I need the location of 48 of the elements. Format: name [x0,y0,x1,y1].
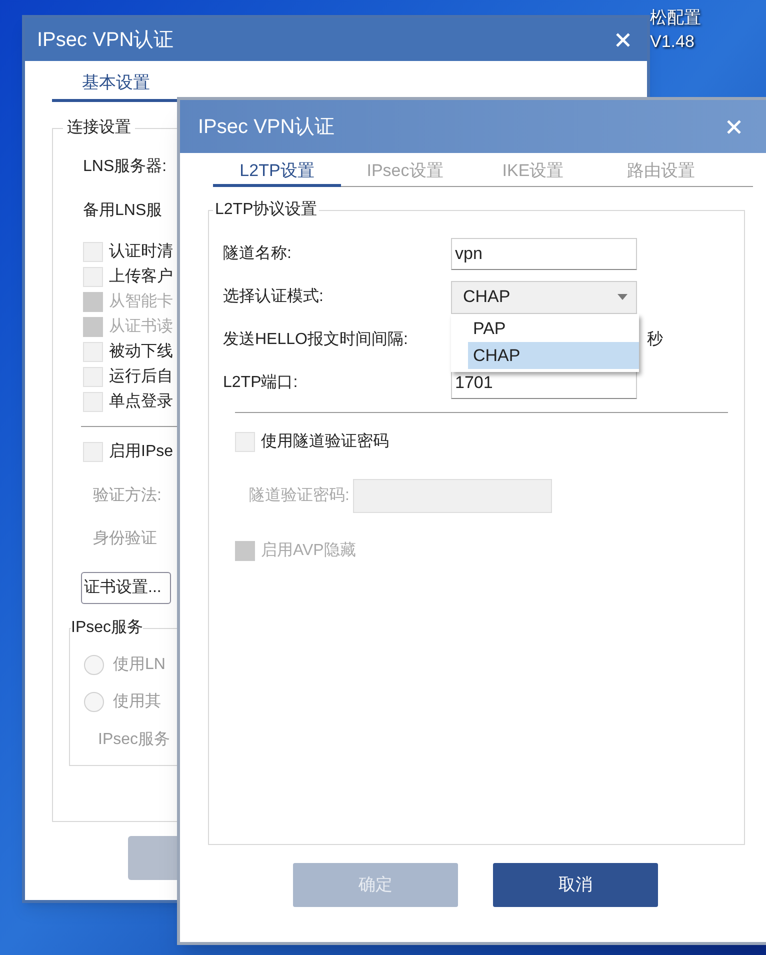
desktop-label: 松配置 [650,7,701,29]
field-label: 发送HELLO报文时间间隔: [223,330,409,350]
checkbox[interactable] [83,442,103,462]
checkbox[interactable] [235,432,255,452]
group-title: IPsec服务 [71,618,144,638]
field-label: 验证方法: [93,486,162,506]
window-title: IPsec VPN认证 [37,28,174,52]
checkbox-label: 单点登录 [109,392,173,412]
field-label: 选择认证模式: [223,286,324,307]
auth-mode-dropdown[interactable]: CHAP [451,280,637,314]
field-label: LNS服务器: [83,157,167,177]
field-label: 隧道名称: [223,244,292,264]
unit-label: 秒 [647,330,663,350]
checkbox-label: 使用隧道验证密码 [261,432,389,452]
field-label: 身份验证 [93,529,157,549]
checkbox-label: 上传客户 [109,266,173,286]
radio-button[interactable] [84,692,104,712]
checkbox[interactable] [83,342,103,362]
checkbox[interactable] [83,242,103,262]
checkbox-label: 启用IPse [109,442,174,462]
window-title: IPsec VPN认证 [198,114,335,140]
checkbox[interactable] [83,366,103,386]
close-icon[interactable] [726,118,742,134]
checkbox-label: 从智能卡 [109,292,173,312]
checkbox-label: 认证时清 [109,242,173,262]
desktop-label: V1.48 [650,31,696,53]
radio-button[interactable] [84,654,104,674]
checkbox[interactable] [83,266,103,286]
field-label: 隧道验证密码: [249,486,350,506]
field-label: IPsec服务 [98,730,170,750]
tunnel-name-field[interactable]: vpn [451,238,637,270]
caret-icon [617,294,628,300]
radio-label: 使用其 [113,692,161,712]
checkbox-label: 被动下线 [109,342,173,362]
checkbox-label: 运行后自 [109,366,173,386]
dropdown-option[interactable]: PAP [468,314,639,342]
dialog-button[interactable]: 取消 [493,863,658,907]
dropdown-option[interactable]: CHAP [468,342,639,368]
radio-label: 使用LN [113,654,166,674]
checkbox-label: 启用AVP隐藏 [261,540,356,560]
tab[interactable]: L2TP设置 [213,158,341,187]
group-title: 连接设置 [66,118,132,138]
cert-settings-button[interactable]: 证书设置... [81,572,171,604]
checkbox-label: 从证书读 [109,316,173,336]
field-label: L2TP端口: [223,372,299,393]
group-title: L2TP协议设置 [214,200,318,220]
field-label: 备用LNS服 [83,201,162,221]
checkbox[interactable] [83,392,103,412]
